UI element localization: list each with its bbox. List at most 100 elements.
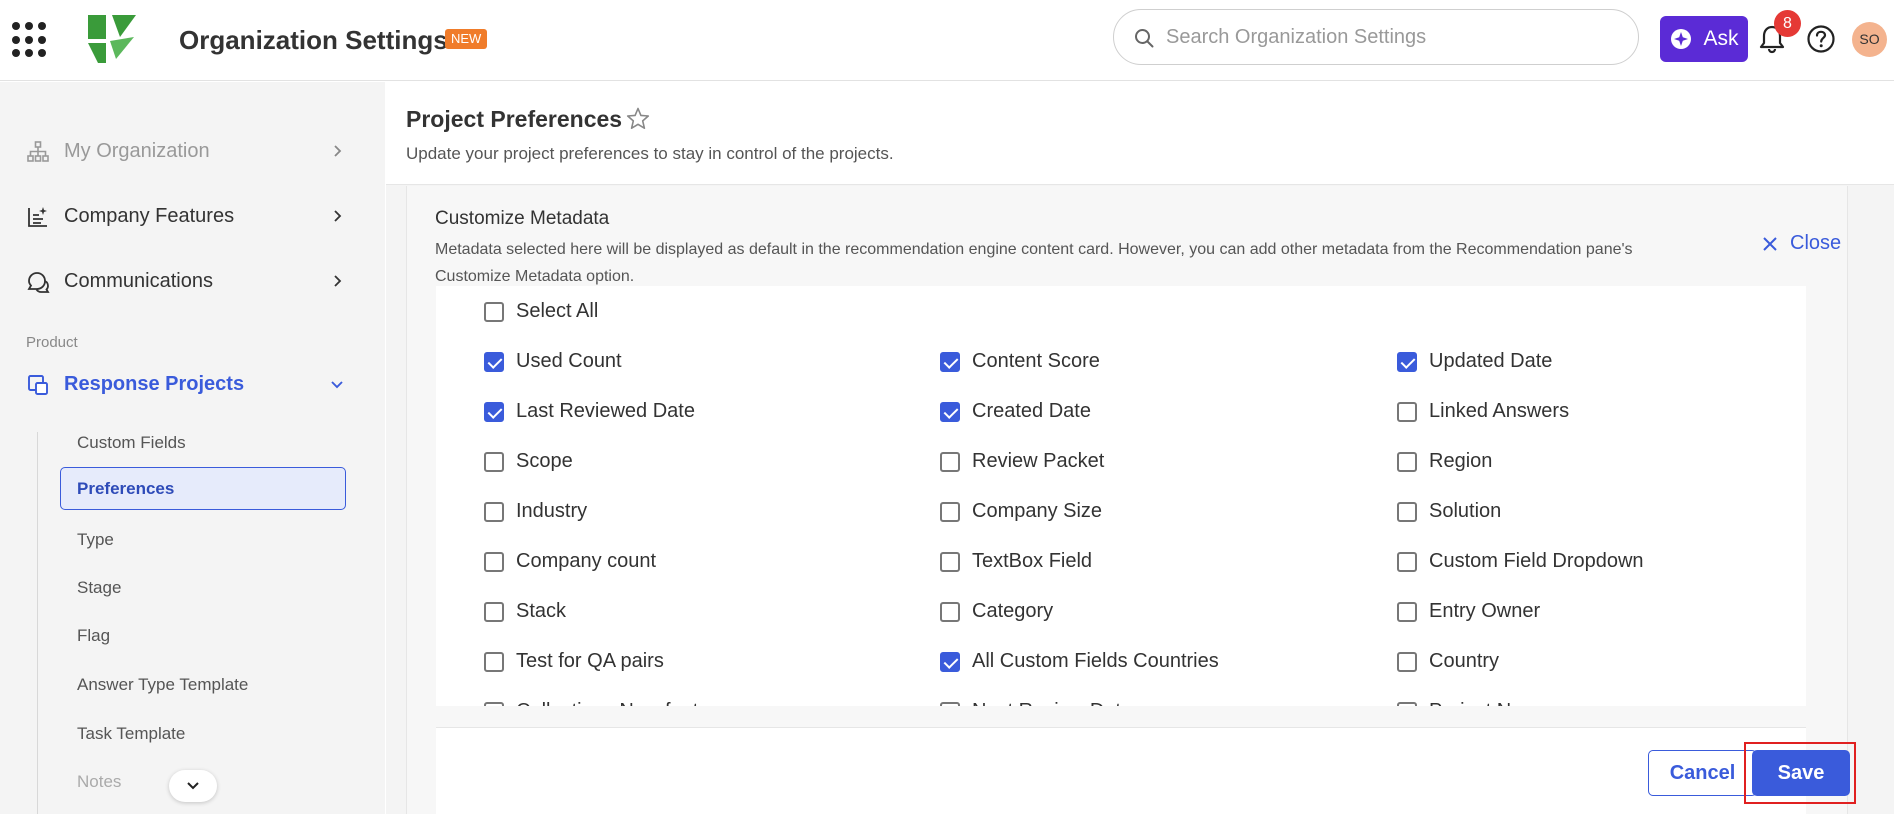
metadata-option-checkbox[interactable]: Stack [484,600,566,623]
sub-item-answer-type-template[interactable]: Answer Type Template [60,663,346,706]
metadata-option-checkbox[interactable]: Next Review Date [940,700,1132,706]
checkbox-checked[interactable] [484,351,504,372]
chevron-right-icon [334,145,342,157]
checkbox-checked[interactable] [940,651,960,672]
top-header: Organization Settings NEW Ask 8 SO [0,0,1894,81]
checkbox-unchecked[interactable] [1397,501,1417,522]
checkbox-label: Last Reviewed Date [516,400,695,422]
metadata-checkbox-list: Select All Used Count Content Score Update… [436,286,1806,706]
checkbox-checked[interactable] [940,401,960,422]
new-badge: NEW [445,29,488,49]
checkbox-unchecked[interactable] [484,501,504,522]
metadata-option-checkbox[interactable]: Custom Field Dropdown [1397,550,1644,573]
checkbox-label: Entry Owner [1429,600,1541,622]
metadata-option-checkbox[interactable]: Solution [1397,500,1501,523]
checkbox-unchecked[interactable] [940,701,960,706]
help-icon[interactable] [1806,24,1836,54]
metadata-option-checkbox[interactable]: Region [1397,450,1492,473]
checkbox-label: Company Size [972,500,1103,522]
search-input[interactable] [1166,18,1616,56]
sub-item-preferences[interactable]: Preferences [60,467,346,510]
checkbox-unchecked[interactable] [940,551,960,572]
checkbox-label: TextBox Field [972,550,1093,572]
metadata-option-checkbox[interactable]: Entry Owner [1397,600,1540,623]
checkbox-label: Used Count [516,350,622,372]
favorite-star-icon[interactable] [625,106,651,132]
metadata-option-checkbox[interactable]: Industry [484,500,587,523]
metadata-option-checkbox[interactable]: Linked Answers [1397,400,1569,423]
checkbox-unchecked[interactable] [1397,701,1417,706]
sub-item-task-template[interactable]: Task Template [60,712,346,755]
metadata-option-checkbox[interactable]: Category [940,600,1053,623]
checkbox-unchecked[interactable] [940,601,960,622]
sidebar-item-company-features[interactable]: Company Features [0,192,385,242]
chevron-right-icon [334,275,342,287]
metadata-option-checkbox[interactable]: Company Size [940,500,1102,523]
ai-sparkle-icon [1671,29,1692,49]
metadata-option-checkbox[interactable]: Used Count [484,350,622,373]
checkbox-label: Project Name [1429,700,1550,706]
metadata-option-checkbox[interactable]: Content Score [940,350,1100,373]
section-label-product: Product [26,334,78,351]
notification-count-badge: 8 [1774,10,1801,37]
search-box[interactable] [1113,9,1639,65]
metadata-option-checkbox[interactable]: Review Packet [940,450,1104,473]
checkbox-unchecked[interactable] [484,601,504,622]
metadata-option-checkbox[interactable]: Company count [484,550,656,573]
checkbox-unchecked[interactable] [484,701,504,706]
checkbox-label: Industry [516,500,588,522]
chevron-right-icon [334,210,342,222]
user-avatar[interactable]: SO [1852,22,1887,57]
cancel-button[interactable]: Cancel [1648,750,1757,796]
close-panel-button[interactable]: Close [1762,232,1841,255]
metadata-option-checkbox[interactable]: Project Name [1397,700,1550,706]
checkbox-unchecked[interactable] [1397,601,1417,622]
checkbox-unchecked[interactable] [940,451,960,472]
sub-item-custom-fields[interactable]: Custom Fields [60,421,346,464]
checkbox-label: Company count [516,550,657,572]
metadata-option-checkbox[interactable]: Scope [484,450,573,473]
checkbox-checked[interactable] [1397,351,1417,372]
sidebar: My Organization Company Features Communi… [0,82,385,814]
save-button[interactable]: Save [1752,750,1850,796]
sidebar-item-communications[interactable]: Communications [0,257,385,307]
checkbox-label: Next Review Date [972,700,1132,706]
checkbox-unchecked[interactable] [1397,451,1417,472]
search-icon [1135,29,1154,48]
metadata-option-checkbox[interactable]: Last Reviewed Date [484,400,695,423]
sidebar-item-my-organization[interactable]: My Organization [0,127,385,177]
metadata-option-checkbox[interactable]: Test for QA pairs [484,650,664,673]
checkbox-unchecked[interactable] [484,551,504,572]
panel-title: Customize Metadata [435,208,610,229]
metadata-option-checkbox[interactable]: Created Date [940,400,1091,423]
checkbox-label: Solution [1429,500,1502,522]
projects-icon [28,375,48,395]
sidebar-scroll-down-button[interactable] [169,770,217,802]
checkbox-checked[interactable] [940,351,960,372]
features-list-icon [28,207,47,227]
checkbox-unchecked[interactable] [484,451,504,472]
select-all-checkbox[interactable]: Select All [484,300,598,323]
metadata-option-checkbox[interactable]: Updated Date [1397,350,1552,373]
checkbox[interactable] [484,301,504,322]
sub-item-type[interactable]: Type [60,518,346,561]
ask-button[interactable]: Ask [1660,16,1748,62]
checkbox-unchecked[interactable] [484,651,504,672]
metadata-option-checkbox[interactable]: TextBox Field [940,550,1092,573]
metadata-option-checkbox[interactable]: Country [1397,650,1499,673]
checkbox-unchecked[interactable] [940,501,960,522]
app-launcher-grid-icon[interactable] [12,22,48,58]
checkbox-unchecked[interactable] [1397,651,1417,672]
company-logo[interactable] [86,13,138,65]
sub-item-flag[interactable]: Flag [60,614,346,657]
panel-footer: Cancel Save [436,727,1856,814]
sidebar-item-response-projects[interactable]: Response Projects [0,360,385,410]
metadata-option-checkbox[interactable]: All Custom Fields Countries [940,650,1219,673]
checkbox-label: Region [1429,450,1493,472]
sub-item-stage[interactable]: Stage [60,566,346,609]
checkbox-unchecked[interactable] [1397,401,1417,422]
checkbox-label: All Custom Fields Countries [972,650,1219,672]
checkbox-checked[interactable] [484,401,504,422]
metadata-option-checkbox[interactable]: Collections New feature [484,700,727,706]
checkbox-unchecked[interactable] [1397,551,1417,572]
